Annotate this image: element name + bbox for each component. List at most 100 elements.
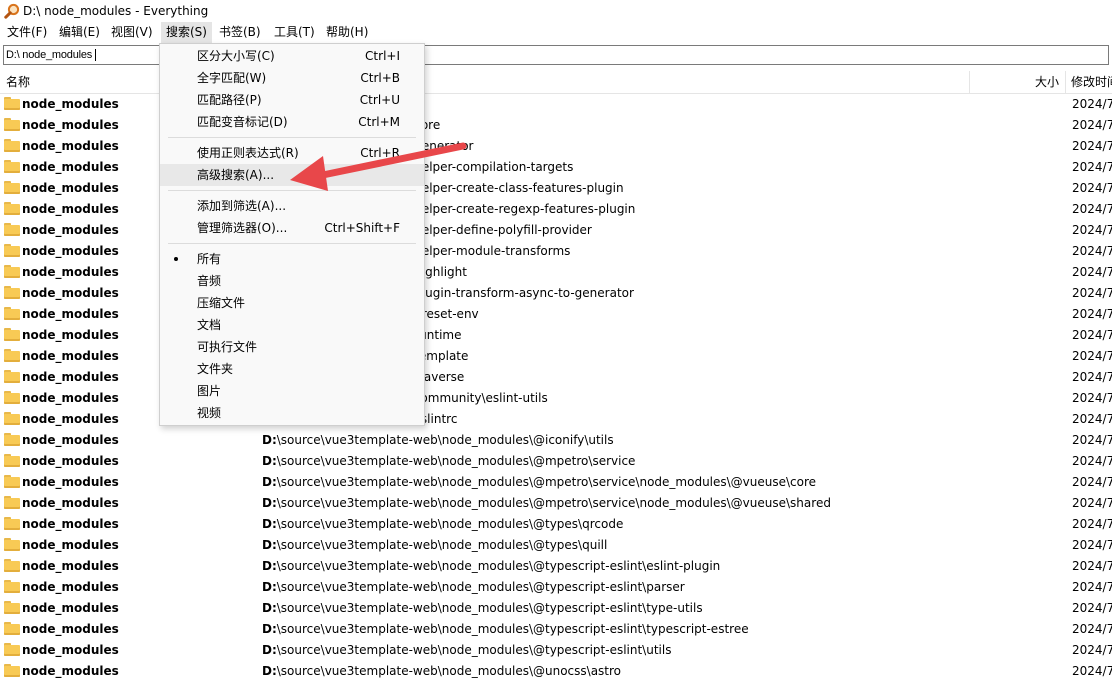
table-row[interactable]: node_modules D:\source\vue3template-web\n… [0,619,1112,640]
row-path: D:\source\vue3template-web\node_modules\… [262,514,623,535]
menu-item-filter-folder[interactable]: 文件夹 [160,358,424,380]
menu-item-filter-video[interactable]: 视频 [160,402,424,424]
table-row[interactable]: node_modules D:\source\vue3template-web\n… [0,472,1112,493]
text-caret [95,49,96,61]
row-name: node_modules [22,97,119,111]
table-row[interactable]: node_modules D:\source\vue3template-web\n… [0,451,1112,472]
menu-item-label: 压缩文件 [197,296,246,310]
menu-item-match-path[interactable]: 匹配路径(P) Ctrl+U [160,89,424,111]
menu-tools[interactable]: 工具(T) [269,22,320,43]
menu-item-label: 可执行文件 [197,340,258,354]
folder-icon [4,622,20,635]
row-modified-date: 2024/7 [1072,265,1112,279]
table-row[interactable]: node_modules D:\source\vue3template-web\n… [0,514,1112,535]
row-name: node_modules [22,118,119,132]
folder-icon [4,244,20,257]
table-row[interactable]: node_modules D:\source\vue3template-web\n… [0,535,1112,556]
table-row[interactable]: node_modules D:\source\vue3template-web\n… [0,556,1112,577]
row-name: node_modules [22,265,119,279]
row-path-drive: D: [262,433,277,447]
menu-item-filter-executable[interactable]: 可执行文件 [160,336,424,358]
menu-item-filter-compressed[interactable]: 压缩文件 [160,292,424,314]
table-row[interactable]: node_modules D:\source\vue3template-web\n… [0,661,1112,682]
menu-item-match-whole-word[interactable]: 全字匹配(W) Ctrl+B [160,67,424,89]
column-divider[interactable] [969,71,970,93]
row-name: node_modules [22,664,119,678]
row-name: node_modules [22,370,119,384]
row-path-rest: \source\vue3template-web\node_modules\@t… [276,643,672,657]
row-name: node_modules [22,286,119,300]
selected-bullet-icon [174,257,178,261]
folder-icon [4,454,20,467]
folder-icon [4,223,20,236]
menu-item-label: 所有 [197,252,222,266]
folder-icon [4,328,20,341]
menu-item-filter-document[interactable]: 文档 [160,314,424,336]
row-path: D:\source\vue3template-web\node_modules\… [262,598,703,619]
menu-file[interactable]: 文件(F) [2,22,52,43]
menu-item-organize-filters[interactable]: 管理筛选器(O)... Ctrl+Shift+F [160,217,424,239]
menu-item-label: 管理筛选器(O)... [197,221,288,235]
column-divider[interactable] [1065,71,1066,93]
row-path-rest: \source\vue3template-web\node_modules\@t… [276,538,608,552]
row-name: node_modules [22,622,119,636]
table-row[interactable]: node_modules D:\source\vue3template-web\n… [0,493,1112,514]
row-modified-date: 2024/7 [1072,391,1112,405]
table-row[interactable]: node_modules D:\source\vue3template-web\n… [0,640,1112,661]
window-title: D:\ node_modules - Everything [23,4,209,18]
row-name: node_modules [22,538,119,552]
row-name: node_modules [22,328,119,342]
row-name: node_modules [22,181,119,195]
folder-icon [4,559,20,572]
folder-icon [4,412,20,425]
row-path-drive: D: [262,643,277,657]
table-row[interactable]: node_modules D:\source\vue3template-web\n… [0,598,1112,619]
column-name-header[interactable]: 名称 [6,71,30,93]
table-row[interactable]: node_modules D:\source\vue3template-web\n… [0,577,1112,598]
row-path-rest: \source\vue3template-web\node_modules\@m… [276,496,831,510]
row-path: D:\source\vue3template-web\node_modules\… [262,493,831,514]
menu-item-advanced-search[interactable]: 高级搜索(A)... [160,164,424,186]
menu-view[interactable]: 视图(V) [106,22,158,43]
menu-item-filter-picture[interactable]: 图片 [160,380,424,402]
row-name: node_modules [22,412,119,426]
menu-edit[interactable]: 编辑(E) [54,22,105,43]
menu-item-label: 匹配路径(P) [197,93,262,107]
menu-item-label: 全字匹配(W) [197,71,267,85]
folder-icon [4,202,20,215]
row-path-drive: D: [262,664,277,678]
menu-item-regex[interactable]: 使用正则表达式(R) Ctrl+R [160,142,424,164]
menu-item-filter-audio[interactable]: 音频 [160,270,424,292]
menu-item-add-to-filters[interactable]: 添加到筛选(A)... [160,195,424,217]
menu-search[interactable]: 搜索(S) [161,22,212,43]
menu-item-match-diacritics[interactable]: 匹配变音标记(D) Ctrl+M [160,111,424,133]
row-path-drive: D: [262,475,277,489]
row-modified-date: 2024/7 [1072,307,1112,321]
row-path-rest: \source\vue3template-web\node_modules\@m… [276,475,817,489]
column-size-header[interactable]: 大小 [1035,71,1059,93]
menu-item-match-case[interactable]: 区分大小写(C) Ctrl+I [160,45,424,67]
title-bar: D:\ node_modules - Everything [0,0,1112,22]
row-modified-date: 2024/7 [1072,412,1112,426]
folder-icon [4,391,20,404]
menu-item-shortcut: Ctrl+I [365,49,400,63]
column-modified-header[interactable]: 修改时间 [1071,71,1112,93]
menu-help[interactable]: 帮助(H) [321,22,373,43]
menu-item-shortcut: Ctrl+U [359,93,400,107]
row-path-drive: D: [262,454,277,468]
row-modified-date: 2024/7 [1072,517,1112,531]
menu-item-filter-all[interactable]: 所有 [160,248,424,270]
row-path-rest: \source\vue3template-web\node_modules\@t… [276,601,703,615]
row-name: node_modules [22,349,119,363]
folder-icon [4,97,20,110]
row-name: node_modules [22,517,119,531]
row-modified-date: 2024/7 [1072,349,1112,363]
row-modified-date: 2024/7 [1072,97,1112,111]
menu-item-shortcut: Ctrl+Shift+F [324,221,400,235]
table-row[interactable]: node_modules D:\source\vue3template-web\n… [0,430,1112,451]
row-path-rest: \source\vue3template-web\node_modules\@t… [276,559,721,573]
row-modified-date: 2024/7 [1072,559,1112,573]
menu-bookmarks[interactable]: 书签(B) [214,22,266,43]
search-menu-dropdown: 区分大小写(C) Ctrl+I 全字匹配(W) Ctrl+B 匹配路径(P) C… [159,43,425,426]
row-name: node_modules [22,160,119,174]
